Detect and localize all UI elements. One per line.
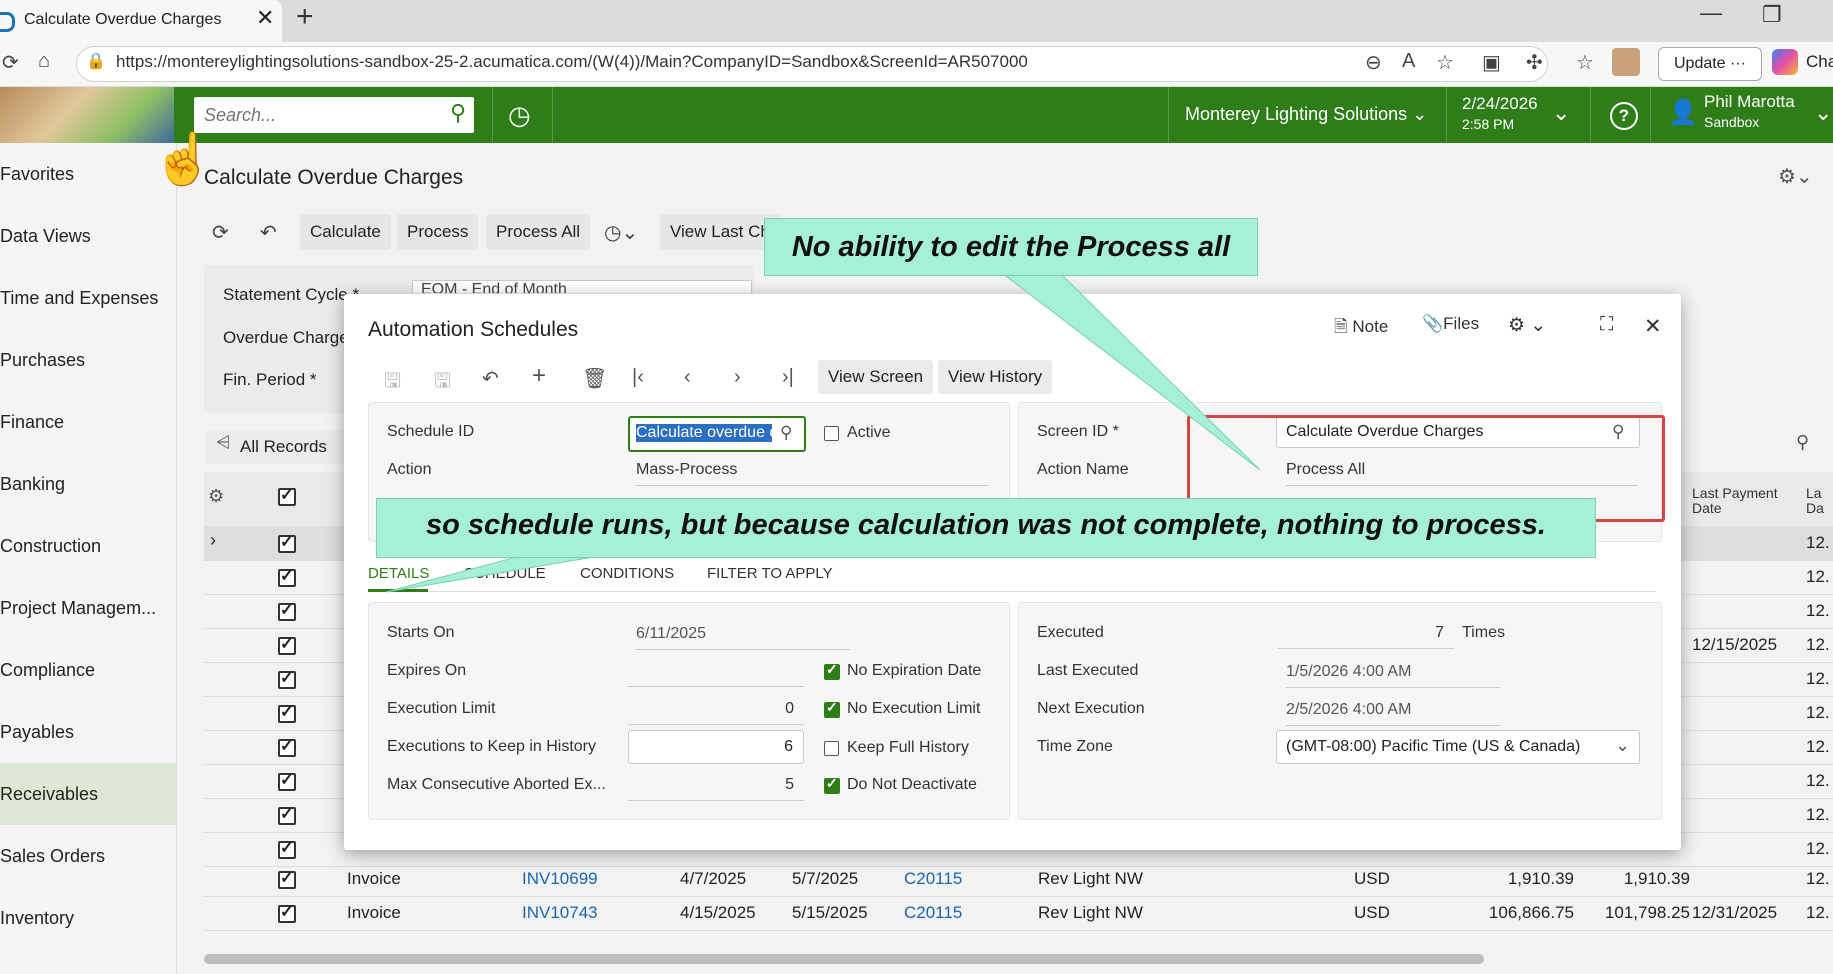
- callout-pointers: [385, 272, 1261, 593]
- callout1-pointer: [1000, 272, 1261, 471]
- callout2-pointer: [385, 555, 601, 593]
- annotation-callout-schedule: so schedule runs, but because calculatio…: [376, 498, 1596, 558]
- hand-pointer-cursor-icon: ☝: [152, 131, 215, 187]
- annotation-callout-edit: No ability to edit the Process all: [764, 218, 1258, 276]
